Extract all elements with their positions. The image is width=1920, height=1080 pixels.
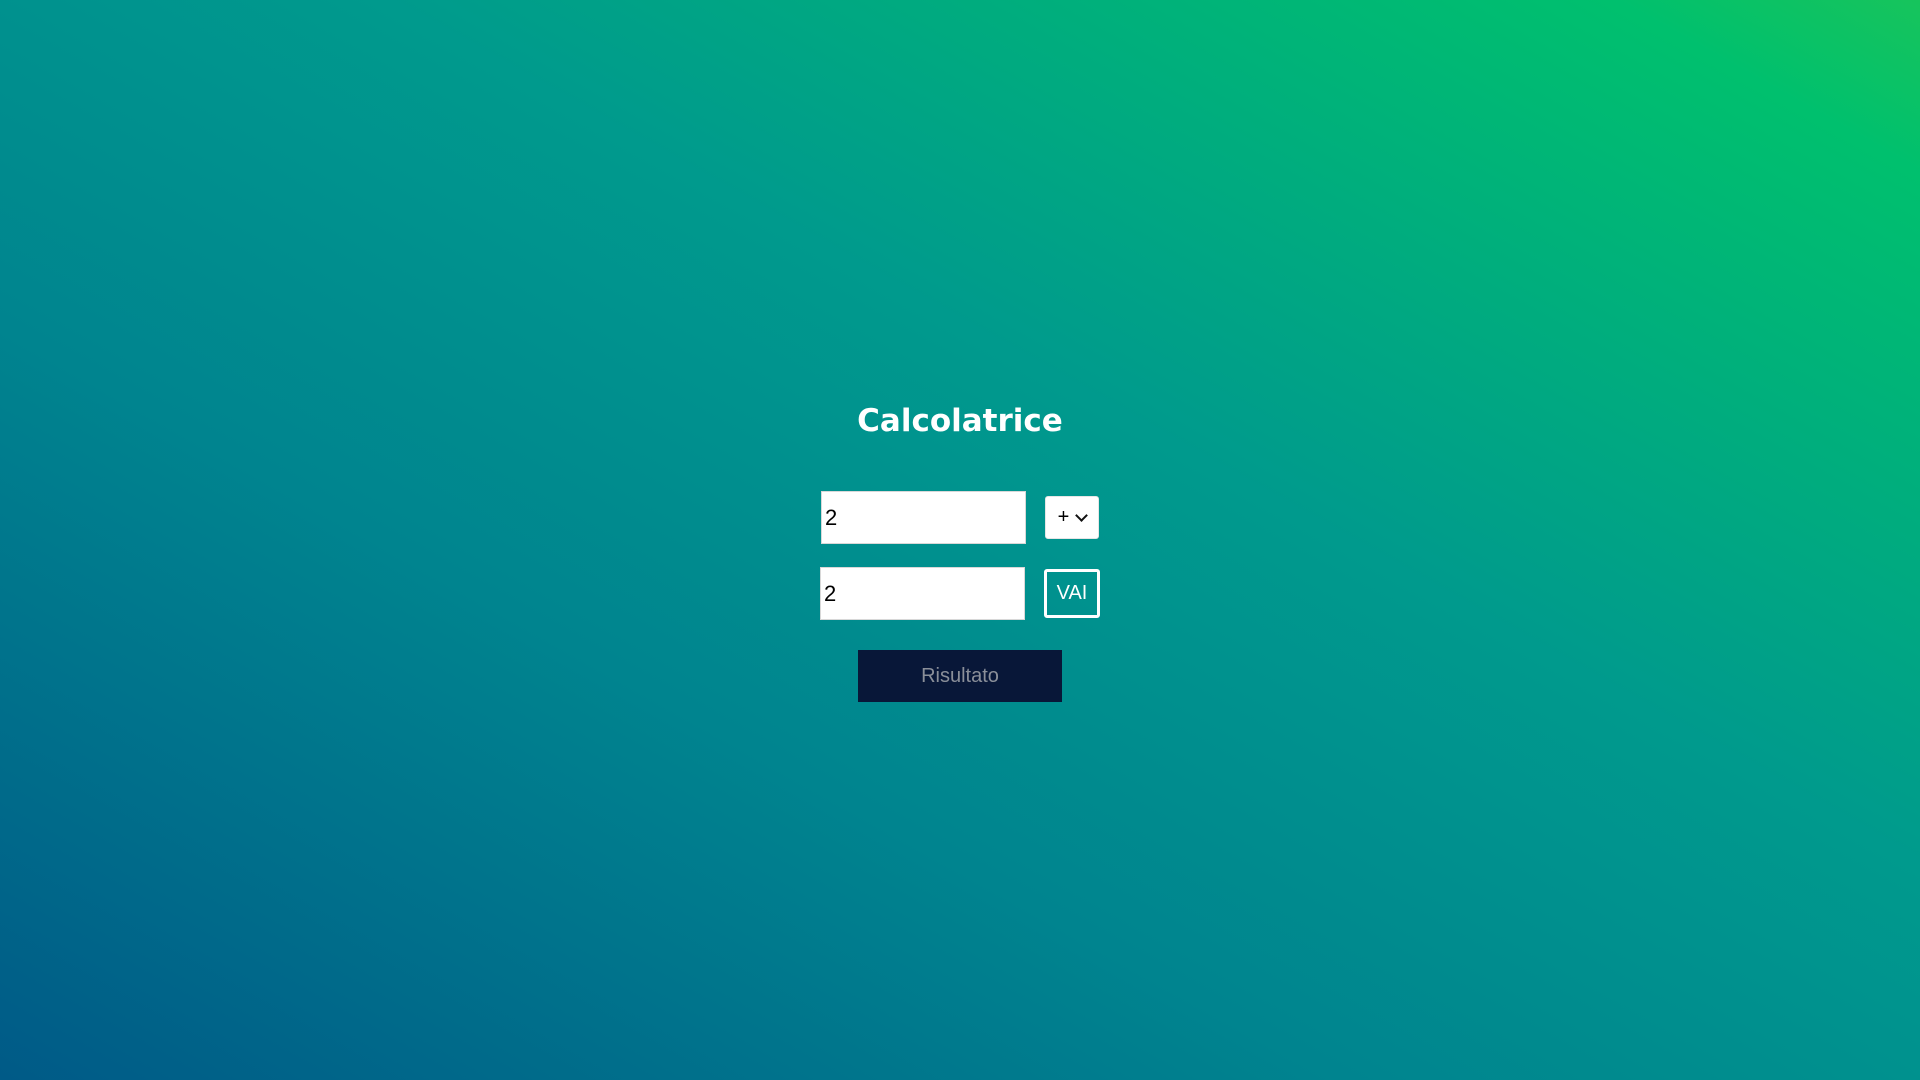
page-title: Calcolatrice [857, 403, 1063, 439]
operator-select[interactable]: + [1045, 496, 1099, 539]
second-number-input[interactable] [820, 567, 1025, 620]
first-number-input[interactable] [821, 491, 1026, 544]
result-display: Risultato [858, 650, 1062, 702]
calculate-button[interactable]: VAI [1044, 569, 1100, 618]
chevron-down-icon [1075, 508, 1089, 522]
operator-select-value: + [1057, 506, 1070, 528]
